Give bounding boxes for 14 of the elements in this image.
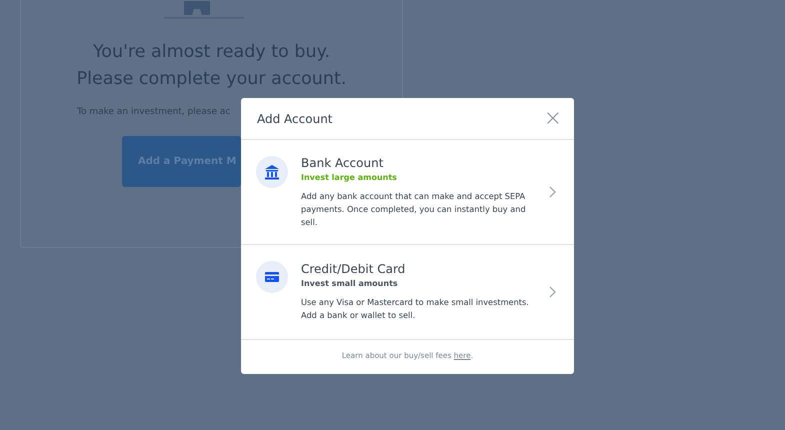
option-subtitle: Invest small amounts [301, 279, 399, 288]
chevron-icon [549, 186, 556, 198]
option-description: Use any Visa or Mastercard to make small investments. Add a bank or wallet to sell. [301, 296, 530, 322]
account-option[interactable]: Credit/Debit Card Invest small amounts Use any Visa or Mastercard to make small investments. Add a bank or wallet to sell. [241, 245, 574, 340]
chevron-icon [549, 286, 556, 298]
option-subtitle: Invest large amounts [301, 172, 398, 182]
option-title: Credit/Debit Card [301, 262, 406, 276]
credit-card-icon [256, 261, 288, 293]
bank-icon [256, 156, 288, 188]
account-option[interactable]: Bank Account Invest large amounts Add any bank account that can make and accept SEPA payments. Once completed, you can instantly buy and sell. [241, 140, 574, 245]
dialog-title: Add Account [257, 112, 332, 126]
option-title: Bank Account [301, 156, 384, 170]
close-button[interactable]: × [544, 108, 562, 128]
option-description: Add any bank account that can make and accept SEPA payments. Once completed, you can instantly buy and sell. [301, 190, 527, 228]
